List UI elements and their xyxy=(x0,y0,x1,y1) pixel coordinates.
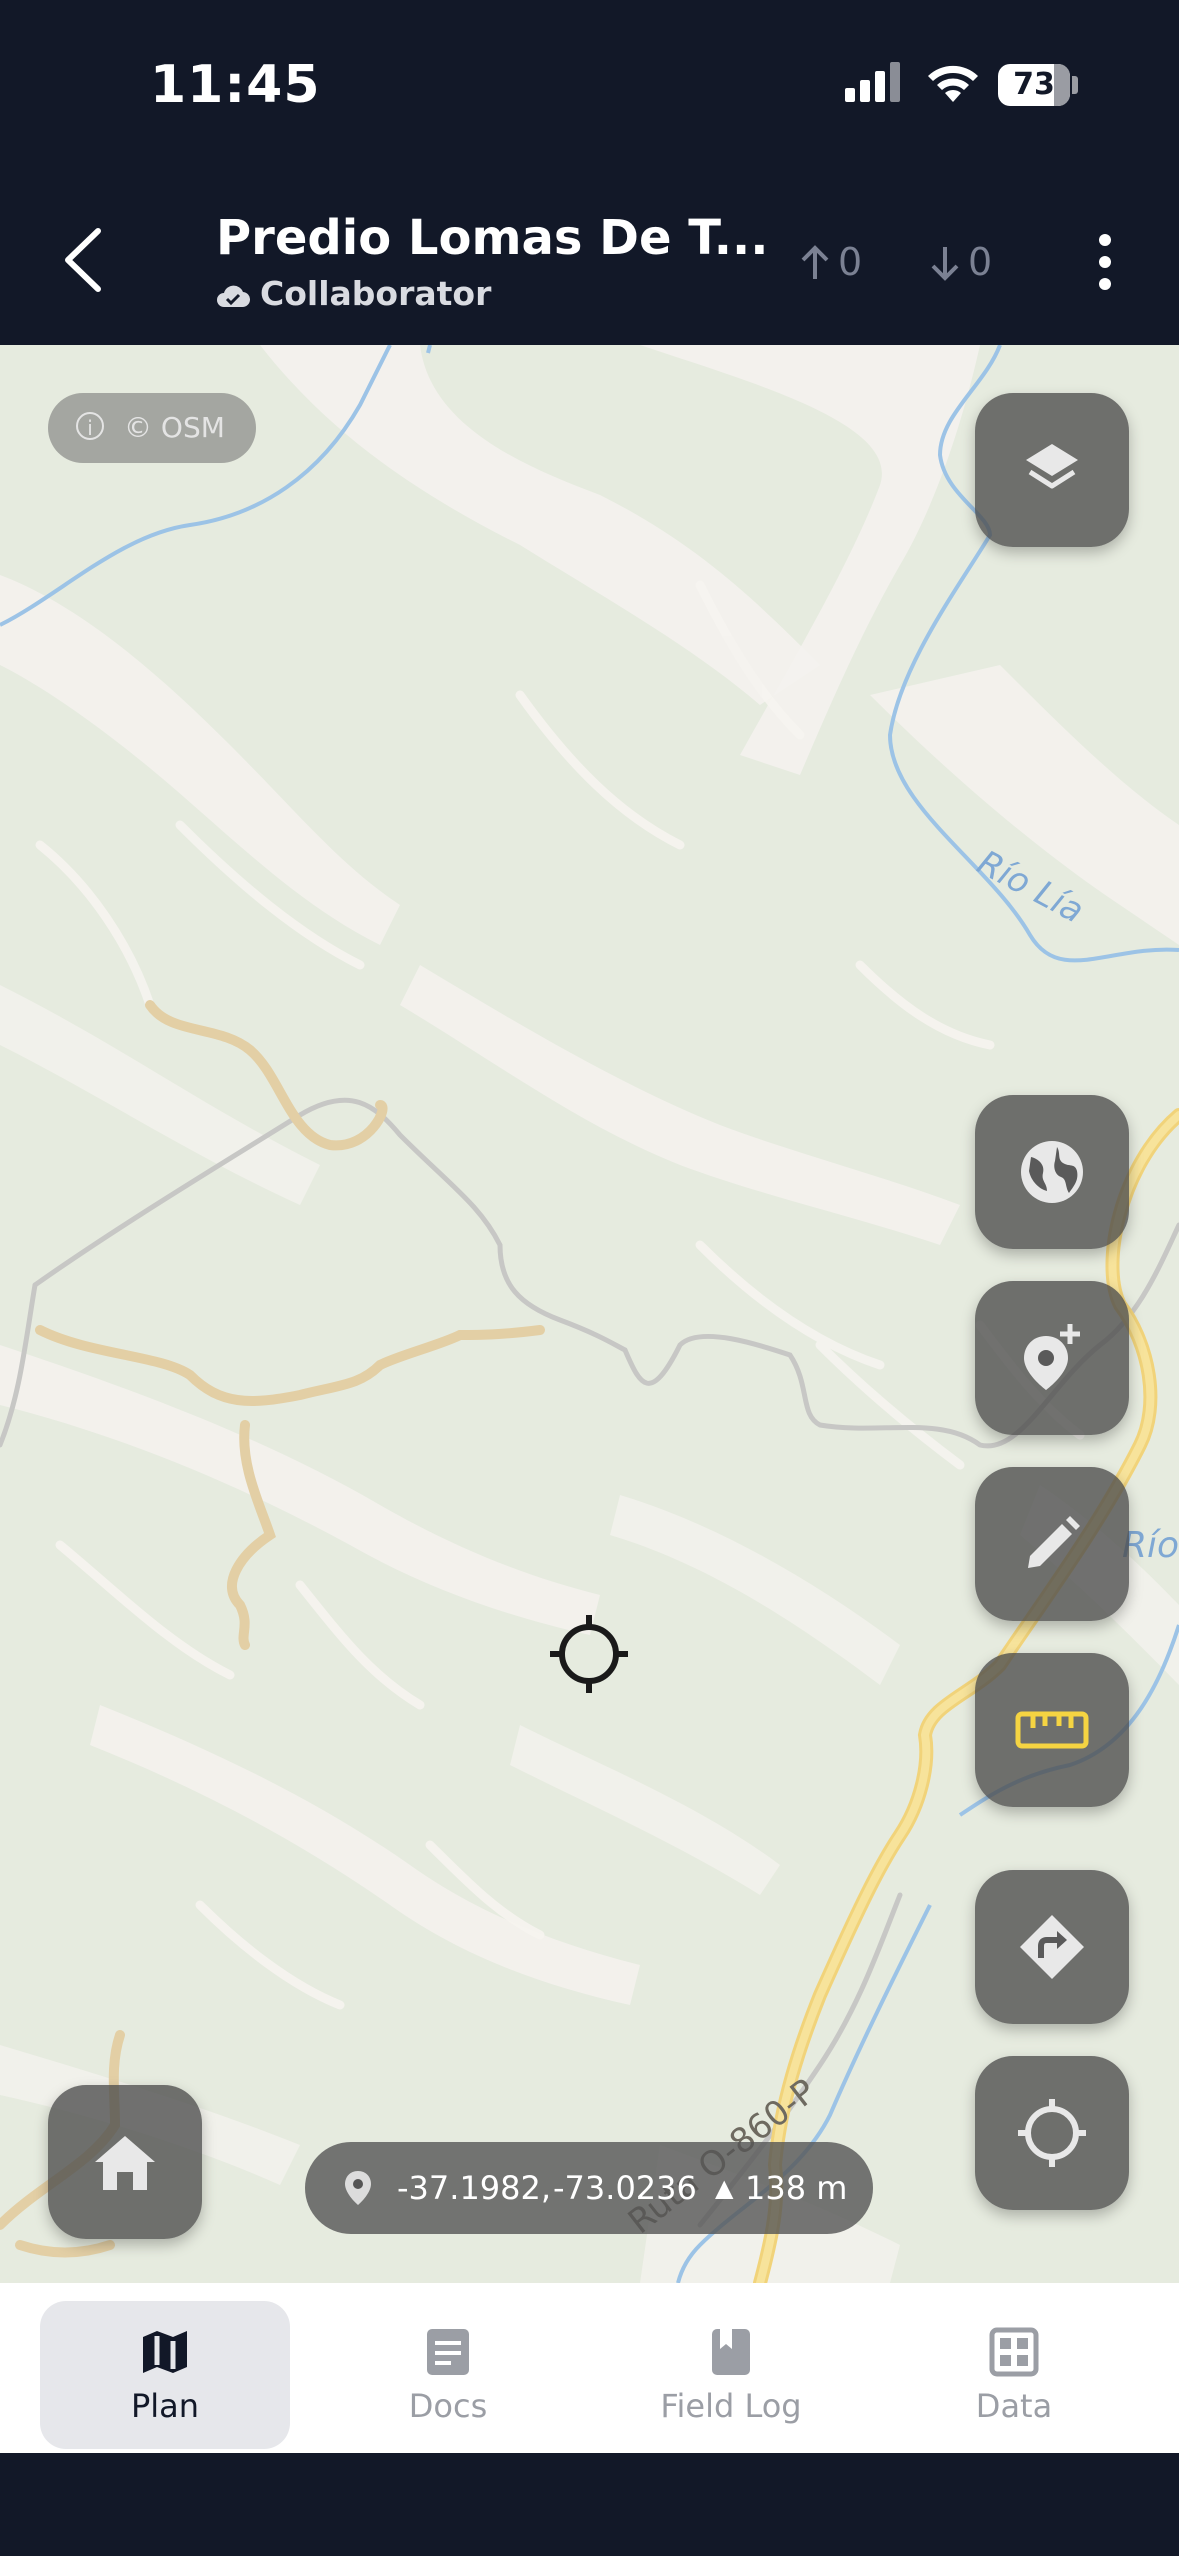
project-role: Collaborator xyxy=(216,274,491,313)
my-location-button[interactable] xyxy=(975,2056,1129,2210)
arrow-up-icon xyxy=(801,245,829,279)
directions-icon xyxy=(1020,1915,1084,1979)
measure-button[interactable] xyxy=(975,1653,1129,1807)
longitude-value: -73.0236 xyxy=(553,2169,697,2207)
layers-icon xyxy=(1026,444,1078,489)
altitude-value: 138 m xyxy=(745,2169,848,2207)
bookmark-book-icon xyxy=(712,2329,750,2375)
pencil-icon xyxy=(1028,1516,1080,1568)
battery-indicator: 73 xyxy=(998,64,1070,106)
status-time: 11:45 xyxy=(150,55,321,115)
map-icon xyxy=(143,2331,187,2373)
draw-button[interactable] xyxy=(975,1467,1129,1621)
latitude-value: -37.1982, xyxy=(397,2169,552,2207)
download-count[interactable]: 0 xyxy=(930,240,992,284)
tab-data[interactable]: Data xyxy=(889,2301,1139,2449)
home-icon xyxy=(95,2136,155,2190)
wifi-icon xyxy=(928,65,978,102)
document-icon xyxy=(427,2329,469,2375)
osm-attribution[interactable]: i © OSM xyxy=(48,393,256,463)
home-button[interactable] xyxy=(48,2085,202,2239)
bottom-tab-bar: Plan Docs Field Log Data xyxy=(0,2283,1179,2453)
basemap-globe-button[interactable] xyxy=(975,1095,1129,1249)
navigate-button[interactable] xyxy=(975,1870,1129,2024)
location-pin-icon xyxy=(345,2171,371,2205)
status-bar: 11:45 73 xyxy=(0,0,1179,170)
ruler-icon xyxy=(1015,1711,1089,1749)
tab-data-label: Data xyxy=(975,2387,1053,2425)
tab-docs[interactable]: Docs xyxy=(323,2301,573,2449)
cloud-check-icon xyxy=(217,285,251,308)
map-view[interactable]: Río Lía Río Ruta O-860-P i © OSM xyxy=(0,345,1179,2283)
add-location-button[interactable] xyxy=(975,1281,1129,1435)
tab-plan-label: Plan xyxy=(130,2387,200,2425)
tab-docs-label: Docs xyxy=(408,2387,488,2425)
info-icon: i xyxy=(76,412,104,440)
cellular-signal-icon xyxy=(845,62,900,102)
project-header: Predio Lomas De T... Collaborator 0 0 xyxy=(0,170,1179,345)
arrow-down-icon xyxy=(931,247,959,281)
coordinates-readout: -37.1982, -73.0236 ▲ 138 m xyxy=(305,2142,873,2234)
globe-icon xyxy=(1021,1141,1083,1203)
add-location-icon xyxy=(1024,1324,1080,1390)
layers-button[interactable] xyxy=(975,393,1129,547)
grid-icon xyxy=(989,2327,1039,2377)
tab-field-log[interactable]: Field Log xyxy=(606,2301,856,2449)
role-label: Collaborator xyxy=(260,274,492,313)
home-indicator-area xyxy=(0,2453,1179,2556)
more-options-icon[interactable] xyxy=(1095,232,1115,292)
upload-count[interactable]: 0 xyxy=(800,240,862,284)
tab-field-log-label: Field Log xyxy=(660,2387,802,2425)
river-label-rio: Río xyxy=(1122,1525,1179,1566)
battery-level: 73 xyxy=(1013,67,1055,102)
tab-plan[interactable]: Plan xyxy=(40,2301,290,2449)
altitude-icon: ▲ xyxy=(715,2174,734,2202)
gps-crosshair-icon xyxy=(1018,2099,1086,2167)
project-title[interactable]: Predio Lomas De T... xyxy=(216,210,768,266)
map-center-crosshair-icon xyxy=(550,1615,628,1693)
back-arrow-icon[interactable] xyxy=(60,225,110,295)
